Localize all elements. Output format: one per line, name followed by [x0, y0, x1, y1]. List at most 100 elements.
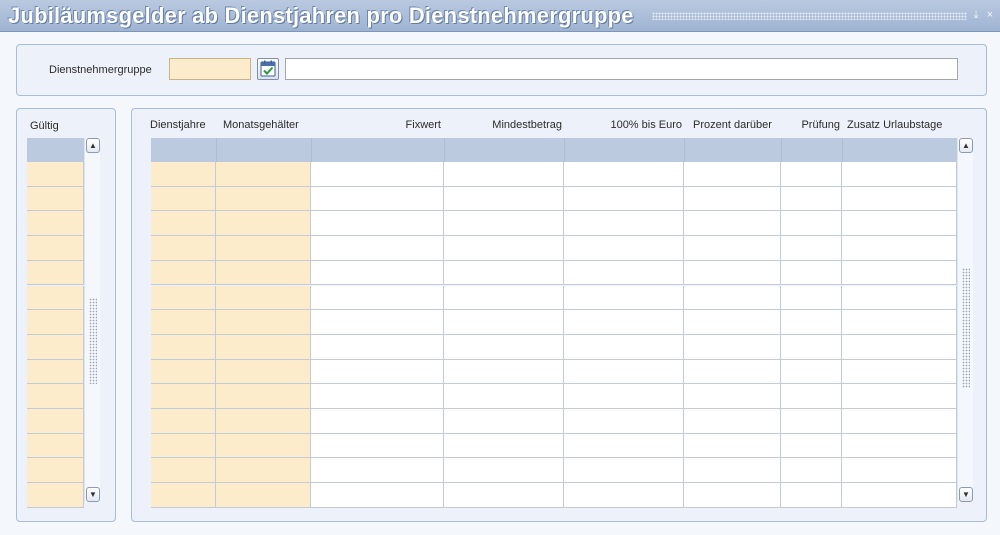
- grid-cell-pruefung[interactable]: [781, 285, 842, 311]
- grid-cell-prozentdarueber[interactable]: [684, 483, 781, 508]
- grid-cell-monatsgehaelter[interactable]: [216, 236, 311, 261]
- column-header-urlaubstage[interactable]: Zusatz Urlaubstage: [847, 119, 942, 131]
- validity-cell[interactable]: [27, 409, 84, 434]
- validity-cell[interactable]: [27, 236, 84, 261]
- scroll-grip[interactable]: [962, 268, 970, 388]
- grid-cell-monatsgehaelter[interactable]: [216, 260, 311, 286]
- minimize-icon[interactable]: ⤓: [970, 9, 982, 21]
- grid-cell-mindestbetrag[interactable]: [444, 260, 564, 286]
- grid-cell-dienstjahre[interactable]: [151, 409, 216, 434]
- column-header-prozentdarueber[interactable]: Prozent darüber: [693, 119, 772, 131]
- grid-cell-mindestbetrag[interactable]: [444, 433, 564, 459]
- grid-cell-monatsgehaelter[interactable]: [216, 359, 311, 385]
- grid-cell-prozent100[interactable]: [564, 236, 684, 261]
- grid-cell-pruefung[interactable]: [781, 458, 842, 484]
- column-header-monatsgehaelter[interactable]: Monatsgehälter: [223, 119, 299, 131]
- grid-cell-pruefung[interactable]: [781, 310, 842, 335]
- group-lookup-button[interactable]: [257, 58, 279, 80]
- grid-cell-pruefung[interactable]: [781, 236, 842, 261]
- grid-cell-mindestbetrag[interactable]: [444, 186, 564, 212]
- grid-cell-fixwert[interactable]: [311, 260, 444, 286]
- grid-cell-urlaubstage[interactable]: [842, 409, 957, 434]
- grid-cell-pruefung[interactable]: [781, 260, 842, 286]
- grid-cell-monatsgehaelter[interactable]: [216, 310, 311, 335]
- grid-cell-fixwert[interactable]: [311, 409, 444, 434]
- grid-cell-fixwert[interactable]: [311, 236, 444, 261]
- grid-cell-fixwert[interactable]: [311, 285, 444, 311]
- grid-cell-dienstjahre[interactable]: [151, 310, 216, 335]
- grid-cell-dienstjahre[interactable]: [151, 384, 216, 409]
- grid-cell-prozentdarueber[interactable]: [684, 162, 781, 187]
- grid-cell-prozent100[interactable]: [564, 260, 684, 286]
- grid-cell-urlaubstage[interactable]: [842, 359, 957, 385]
- grid-cell-pruefung[interactable]: [781, 483, 842, 508]
- scroll-down-button[interactable]: ▼: [959, 487, 973, 502]
- validity-cell[interactable]: [27, 285, 84, 311]
- grid-cell-fixwert[interactable]: [311, 310, 444, 335]
- grid-cell-pruefung[interactable]: [781, 334, 842, 360]
- grid-cell-urlaubstage[interactable]: [842, 384, 957, 409]
- grid-cell-pruefung[interactable]: [781, 433, 842, 459]
- grid-cell-pruefung[interactable]: [781, 384, 842, 409]
- grid-cell-prozentdarueber[interactable]: [684, 260, 781, 286]
- grid-cell-dienstjahre[interactable]: [151, 483, 216, 508]
- scroll-up-button[interactable]: ▲: [959, 138, 973, 153]
- grid-cell-prozent100[interactable]: [564, 409, 684, 434]
- validity-cell[interactable]: [27, 260, 84, 286]
- grid-cell-monatsgehaelter[interactable]: [216, 458, 311, 484]
- grid-cell-pruefung[interactable]: [781, 162, 842, 187]
- grid-cell-prozentdarueber[interactable]: [684, 359, 781, 385]
- grid-cell-mindestbetrag[interactable]: [444, 334, 564, 360]
- grid-cell-urlaubstage[interactable]: [842, 310, 957, 335]
- grid-cell-monatsgehaelter[interactable]: [216, 162, 311, 187]
- close-icon[interactable]: ×: [984, 9, 996, 21]
- grid-cell-mindestbetrag[interactable]: [444, 483, 564, 508]
- grid-cell-urlaubstage[interactable]: [842, 458, 957, 484]
- grid-cell-urlaubstage[interactable]: [842, 433, 957, 459]
- grid-cell-prozentdarueber[interactable]: [684, 458, 781, 484]
- grid-cell-prozentdarueber[interactable]: [684, 285, 781, 311]
- grid-cell-dienstjahre[interactable]: [151, 433, 216, 459]
- grid-cell-prozentdarueber[interactable]: [684, 211, 781, 237]
- grid-cell-urlaubstage[interactable]: [842, 334, 957, 360]
- grid-cell-prozentdarueber[interactable]: [684, 433, 781, 459]
- grid-cell-pruefung[interactable]: [781, 211, 842, 237]
- validity-cell[interactable]: [27, 359, 84, 385]
- grid-cell-monatsgehaelter[interactable]: [216, 483, 311, 508]
- grid-cell-urlaubstage[interactable]: [842, 186, 957, 212]
- grid-cell-dienstjahre[interactable]: [151, 162, 216, 187]
- grid-cell-mindestbetrag[interactable]: [444, 236, 564, 261]
- grid-cell-dienstjahre[interactable]: [151, 236, 216, 261]
- grid-cell-prozent100[interactable]: [564, 458, 684, 484]
- grid-cell-urlaubstage[interactable]: [842, 260, 957, 286]
- grid-cell-fixwert[interactable]: [311, 334, 444, 360]
- grid-cell-dienstjahre[interactable]: [151, 334, 216, 360]
- validity-cell[interactable]: [27, 483, 84, 508]
- grid-cell-fixwert[interactable]: [311, 211, 444, 237]
- validity-cell[interactable]: [27, 334, 84, 360]
- grid-cell-urlaubstage[interactable]: [842, 236, 957, 261]
- column-header-pruefung[interactable]: Prüfung: [801, 119, 840, 131]
- column-header-dienstjahre[interactable]: Dienstjahre: [150, 119, 206, 131]
- grid-cell-fixwert[interactable]: [311, 359, 444, 385]
- column-header-fixwert[interactable]: Fixwert: [406, 119, 441, 131]
- validity-cell[interactable]: [27, 211, 84, 237]
- validity-cell[interactable]: [27, 384, 84, 409]
- grid-cell-prozent100[interactable]: [564, 334, 684, 360]
- grid-cell-monatsgehaelter[interactable]: [216, 211, 311, 237]
- main-scrollbar[interactable]: ▲ ▼: [957, 138, 973, 502]
- group-name-field[interactable]: [285, 58, 958, 80]
- column-header-prozent100[interactable]: 100% bis Euro: [610, 119, 682, 131]
- grid-cell-pruefung[interactable]: [781, 409, 842, 434]
- grid-cell-mindestbetrag[interactable]: [444, 162, 564, 187]
- grid-cell-dienstjahre[interactable]: [151, 458, 216, 484]
- grid-cell-prozent100[interactable]: [564, 433, 684, 459]
- grid-cell-urlaubstage[interactable]: [842, 483, 957, 508]
- grid-cell-mindestbetrag[interactable]: [444, 409, 564, 434]
- grid-cell-prozentdarueber[interactable]: [684, 186, 781, 212]
- validity-cell[interactable]: [27, 162, 84, 187]
- grid-cell-mindestbetrag[interactable]: [444, 285, 564, 311]
- grid-cell-prozent100[interactable]: [564, 186, 684, 212]
- grid-cell-mindestbetrag[interactable]: [444, 359, 564, 385]
- validity-cell[interactable]: [27, 186, 84, 212]
